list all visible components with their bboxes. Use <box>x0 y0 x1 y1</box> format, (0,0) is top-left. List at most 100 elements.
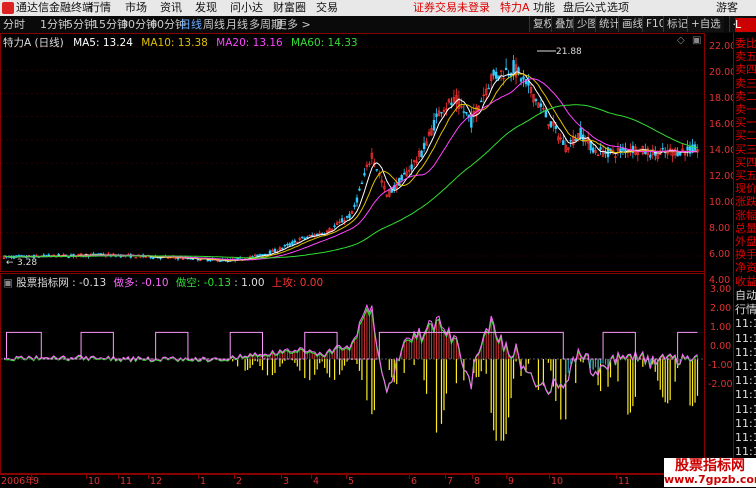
menu-item-after-hours[interactable]: 盘后 <box>563 1 585 15</box>
price-tick: 8.00 <box>709 223 731 234</box>
ind-tick: 1.00 <box>710 322 732 333</box>
side-panel-item[interactable]: 买二 <box>735 129 756 143</box>
menu-item-market-quotes[interactable]: 行情 <box>89 1 111 15</box>
chart-title: 特力A (日线) <box>3 37 64 49</box>
side-panel-tick: 11:1 <box>735 388 756 402</box>
side-panel-item[interactable]: 买四 <box>735 156 756 170</box>
date-tick: 3 <box>283 476 290 487</box>
attack-label: 上攻: 0.00 <box>271 277 324 289</box>
period-tab-timeshare[interactable]: 分时 <box>3 17 25 32</box>
date-tick: 6 <box>411 476 418 487</box>
indicator-title[interactable]: 股票指标网 <box>16 277 69 289</box>
price-tick: 6.00 <box>709 249 731 260</box>
ma10-label: MA10: 13.38 <box>141 37 208 49</box>
ma5-label: MA5: 13.24 <box>73 37 133 49</box>
side-panel-item[interactable]: 买一 <box>735 116 756 130</box>
watermark-title: 股票指标网 <box>675 458 745 474</box>
side-panel-item[interactable]: 买三 <box>735 143 756 157</box>
period-tab-1min[interactable]: 1分钟 <box>40 17 69 32</box>
chart-restore-icon[interactable]: ◇ <box>677 35 685 46</box>
chart-close-icon[interactable]: ▣ <box>692 35 701 46</box>
app-logo-icon <box>2 2 14 14</box>
side-panel-item[interactable]: 买五 <box>735 169 756 183</box>
short-label: 做空: -0.13 <box>175 277 231 289</box>
date-tick: 2006年 <box>1 476 35 487</box>
side-panel-tick: 行情 <box>735 303 756 317</box>
menu-item-ask[interactable]: 问小达 <box>230 1 263 15</box>
side-panel-tick: 11:1 <box>735 374 756 388</box>
side-panel-item[interactable]: 卖四 <box>735 63 756 77</box>
stock-name-title: 特力A <box>500 1 530 14</box>
side-panel-tick: 11:1 <box>735 331 756 345</box>
side-panel-item[interactable]: 换手 <box>735 248 756 262</box>
side-panel-item[interactable]: 现价 <box>735 182 756 196</box>
date-tick: 11 <box>618 476 631 487</box>
side-panel-label: L <box>735 18 756 32</box>
period-tab-more[interactable]: 更多 > <box>276 17 311 32</box>
ind-tick: -1.00 <box>708 360 733 371</box>
kline-chart[interactable]: 21.88 ← 3.28 <box>0 33 733 474</box>
login-status[interactable]: 证券交易未登录 <box>413 1 490 15</box>
menu-item-wealth[interactable]: 财富圈 <box>273 1 306 15</box>
menu-item-function[interactable]: 功能 <box>533 1 555 15</box>
side-panel-tick: 自动 <box>735 289 756 302</box>
long-label: 做多: -0.10 <box>113 277 169 289</box>
side-panel-item[interactable]: 涨幅 <box>735 209 756 223</box>
date-tick: 9 <box>33 476 40 487</box>
date-tick: 4 <box>313 476 320 487</box>
watermark-url: www.7gpzb.com <box>664 473 756 486</box>
side-panel-tick: 11:1 <box>735 345 756 359</box>
side-panel-item[interactable]: 卖五 <box>735 50 756 64</box>
indicator-value: : -0.13 <box>72 277 107 289</box>
side-panel-item[interactable]: 卖一 <box>735 103 756 117</box>
low-price-label: 3.28 <box>17 258 37 268</box>
menu-item-trade[interactable]: 交易 <box>316 1 338 15</box>
indicator-settings-icon[interactable]: ▣ <box>3 277 13 289</box>
period-tab-daily[interactable]: 日线 <box>180 17 202 32</box>
side-panel-item[interactable]: 卖三 <box>735 77 756 91</box>
date-tick: 5 <box>348 476 355 487</box>
date-tick: 9 <box>508 476 515 487</box>
indicator-header: ▣ 股票指标网 : -0.13 做多: -0.10 做空: -0.13 : 1.… <box>3 275 323 290</box>
period-tab-weekly[interactable]: 周线 <box>203 17 225 32</box>
low-marker: ← 3.28 <box>6 258 37 268</box>
side-panel-item[interactable]: 总量 <box>735 222 756 236</box>
add-watchlist-button[interactable]: +自选 <box>687 16 724 32</box>
ma20-label: MA20: 13.16 <box>216 37 283 49</box>
ind-tick: -2.00 <box>708 379 733 390</box>
side-panel-item[interactable]: 卖二 <box>735 90 756 104</box>
period-tab-5min[interactable]: 5分钟 <box>66 17 95 32</box>
date-tick: 2 <box>236 476 243 487</box>
side-panel-tick: 11:1 <box>735 402 756 416</box>
ma60-label: MA60: 14.33 <box>291 37 358 49</box>
side-panel-tick: 11:1 <box>735 360 756 373</box>
period-toolbar: 分时 1分钟 5分钟 15分钟 30分钟 60分钟 日线 周线 月线 多周期 更… <box>0 16 756 34</box>
date-tick: 11 <box>120 476 133 487</box>
menu-item-market[interactable]: 市场 <box>125 1 147 15</box>
main-chart-header: 特力A (日线) MA5: 13.24 MA10: 13.38 MA20: 13… <box>3 35 358 50</box>
menu-item-formula[interactable]: 公式 <box>584 1 606 15</box>
menu-item-options[interactable]: 选项 <box>607 1 629 15</box>
side-panel-item[interactable]: 收益 <box>735 275 756 289</box>
guest-user[interactable]: 游客 <box>716 1 738 15</box>
quote-side-panel: L 委比 卖五 卖四 卖三 卖二 卖一 买一 买二 买三 买四 买五 现价 涨跌 涨幅 总量 外盘 换手 净资 收益… <box>733 18 756 473</box>
side-panel-item[interactable]: 委比 <box>735 37 756 51</box>
side-panel-item[interactable]: 外盘 <box>735 235 756 249</box>
signal-label: : 1.00 <box>234 277 265 289</box>
menu-item-news[interactable]: 资讯 <box>160 1 182 15</box>
side-panel-item[interactable]: 净资 <box>735 261 756 275</box>
site-watermark: 股票指标网 www.7gpzb.com <box>664 458 756 487</box>
date-tick: 12 <box>150 476 163 487</box>
date-tick: 7 <box>447 476 454 487</box>
period-tab-monthly[interactable]: 月线 <box>226 17 248 32</box>
svg-text:←: ← <box>6 258 14 268</box>
side-panel-tick: 11:1 <box>735 416 756 430</box>
menu-bar: 通达信金融终端 行情 市场 资讯 发现 问小达 财富圈 交易 证券交易未登录 特… <box>0 0 756 16</box>
ind-tick: 2.00 <box>710 303 732 314</box>
menu-item-discover[interactable]: 发现 <box>195 1 217 15</box>
side-panel-item[interactable]: 涨跌 <box>735 195 756 209</box>
ind-tick: 3.00 <box>710 284 732 295</box>
date-tick: 8 <box>474 476 481 487</box>
ind-tick: 0.00 <box>710 341 732 352</box>
date-tick: 10 <box>551 476 564 487</box>
